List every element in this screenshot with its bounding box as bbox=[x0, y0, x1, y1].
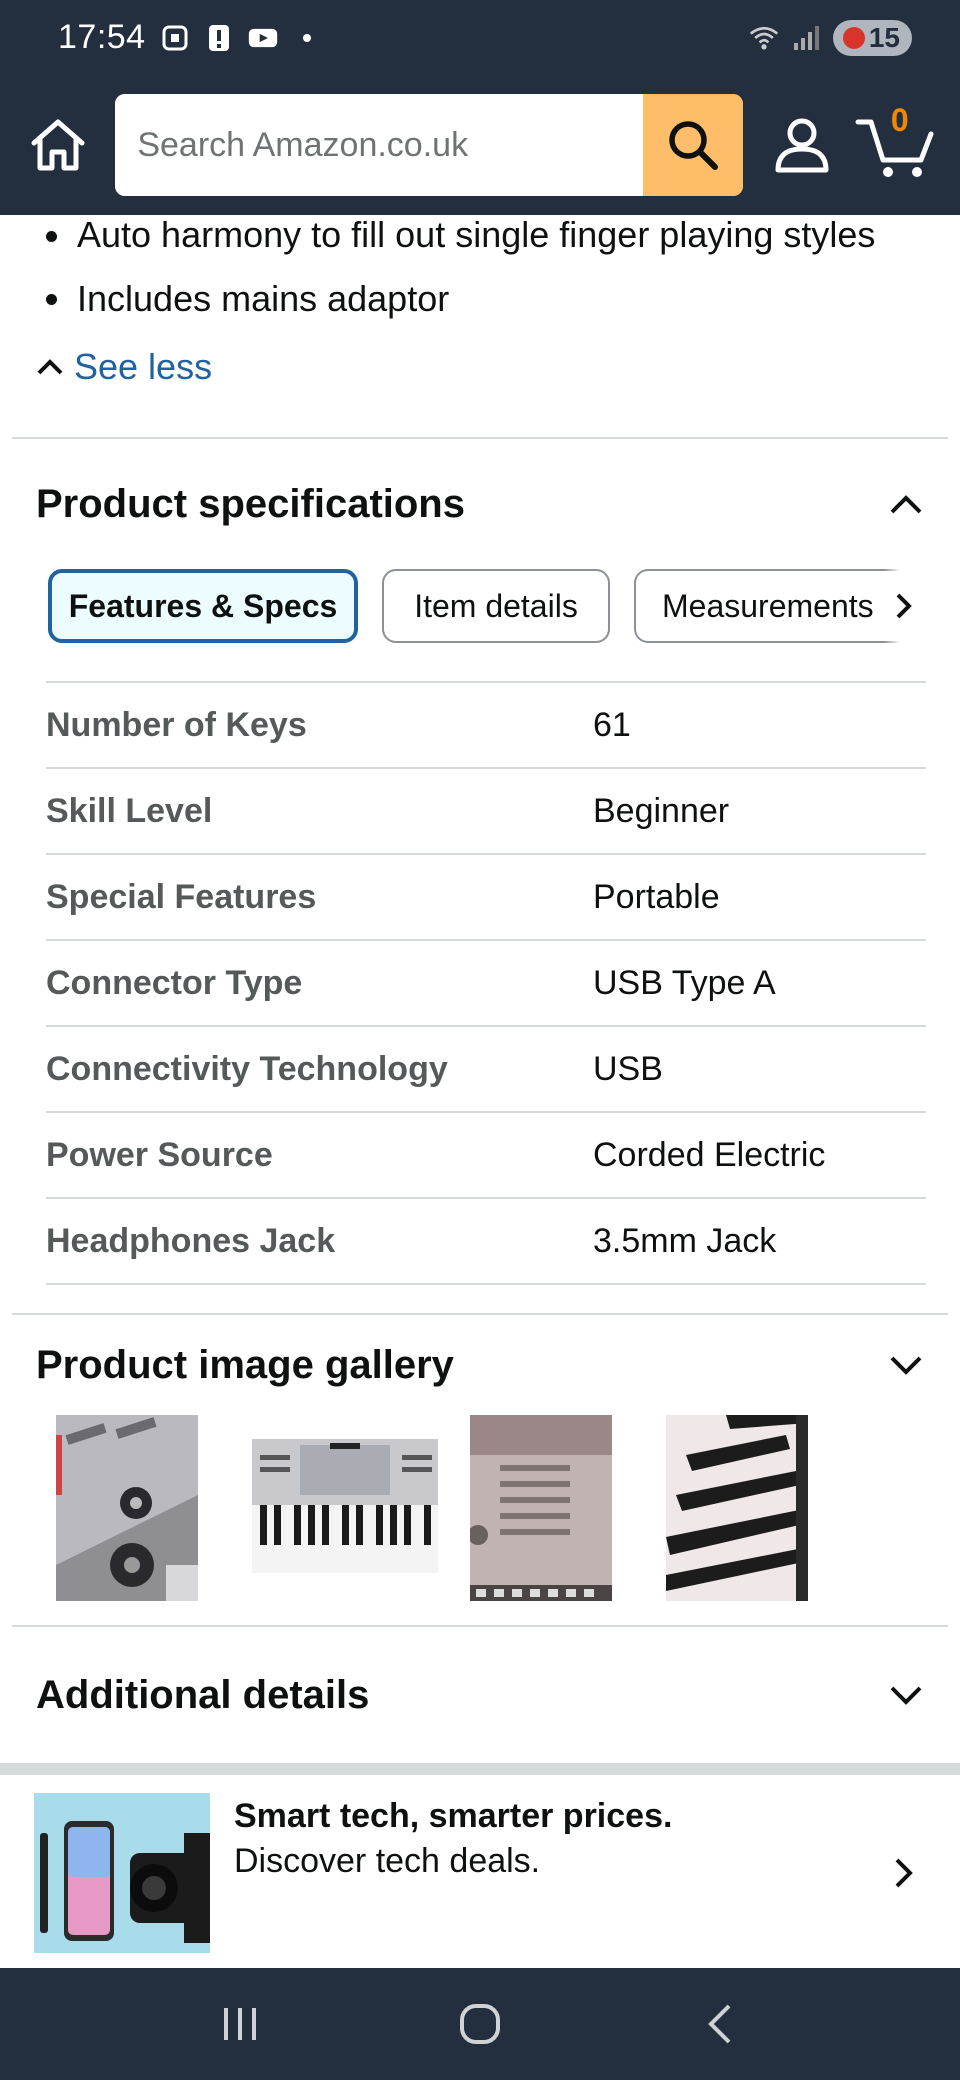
spec-label: Skill Level bbox=[46, 791, 213, 830]
image-gallery bbox=[0, 1415, 960, 1601]
status-time: 17:54 bbox=[58, 18, 146, 56]
spec-value: USB Type A bbox=[593, 963, 776, 1002]
search-icon bbox=[669, 121, 719, 170]
see-less-link[interactable]: See less bbox=[0, 339, 960, 395]
promo-image bbox=[34, 1793, 210, 1953]
feature-bullets: Auto harmony to fill out single finger p… bbox=[0, 215, 960, 327]
cart-count: 0 bbox=[890, 102, 909, 138]
tab-item-details[interactable]: Item details bbox=[382, 569, 610, 643]
spec-label: Connector Type bbox=[46, 963, 303, 1002]
home-circle-icon bbox=[460, 2004, 500, 2044]
home-icon bbox=[31, 119, 85, 171]
see-less-label: See less bbox=[74, 346, 213, 387]
promo-banner[interactable]: Smart tech, smarter prices. Discover tec… bbox=[0, 1775, 960, 1965]
specs-header[interactable]: Product specifications bbox=[0, 439, 960, 569]
youtube-icon bbox=[248, 23, 278, 53]
spec-value: 61 bbox=[593, 705, 631, 744]
signal-icon bbox=[791, 23, 821, 53]
wifi-icon bbox=[749, 23, 779, 53]
promo-text: Smart tech, smarter prices. Discover tec… bbox=[234, 1793, 884, 1883]
spec-row: Power Source Corded Electric bbox=[46, 1113, 926, 1199]
battery-indicator: 15 bbox=[832, 19, 912, 56]
battery-saver-icon bbox=[842, 26, 865, 49]
feature-bullet: Includes mains adaptor bbox=[46, 271, 924, 327]
search-input[interactable] bbox=[115, 94, 644, 196]
account-button[interactable] bbox=[767, 105, 836, 185]
search-bar bbox=[115, 94, 744, 196]
spec-value: 3.5mm Jack bbox=[593, 1221, 777, 1260]
system-nav-bar bbox=[0, 1968, 960, 2080]
gallery-thumbnail[interactable] bbox=[252, 1415, 438, 1601]
back-button[interactable] bbox=[680, 1984, 760, 2064]
spec-row: Number of Keys 61 bbox=[46, 683, 926, 769]
chevron-up-icon bbox=[890, 495, 922, 514]
spec-label: Number of Keys bbox=[46, 705, 307, 744]
app-header: 0 bbox=[0, 75, 960, 215]
spec-value: USB bbox=[593, 1049, 663, 1088]
specs-title: Product specifications bbox=[36, 481, 465, 526]
status-left: 17:54 bbox=[58, 18, 322, 57]
feature-bullet: Auto harmony to fill out single finger p… bbox=[46, 215, 924, 255]
account-icon bbox=[775, 118, 829, 173]
spec-label: Power Source bbox=[46, 1135, 273, 1174]
spec-value: Portable bbox=[593, 877, 720, 916]
gallery-thumbnail[interactable] bbox=[56, 1415, 198, 1601]
spec-row: Special Features Portable bbox=[46, 855, 926, 941]
spec-label: Headphones Jack bbox=[46, 1221, 336, 1260]
spec-value: Beginner bbox=[593, 791, 730, 830]
gallery-thumbnail[interactable] bbox=[470, 1415, 612, 1601]
spec-row: Headphones Jack 3.5mm Jack bbox=[46, 1199, 926, 1285]
gallery-thumbnail[interactable] bbox=[666, 1415, 808, 1601]
section-separator bbox=[0, 1763, 960, 1775]
product-content: Auto harmony to fill out single finger p… bbox=[0, 215, 960, 1965]
recent-apps-button[interactable] bbox=[200, 1984, 280, 2064]
bullet-dot bbox=[46, 293, 57, 305]
chevron-down-icon bbox=[890, 1686, 922, 1705]
chevron-down-icon bbox=[890, 1356, 922, 1375]
promo-title: Smart tech, smarter prices. bbox=[234, 1797, 673, 1835]
tabs-scroll-right[interactable] bbox=[884, 569, 924, 643]
chevron-right-icon bbox=[895, 1858, 913, 1888]
battery-level: 15 bbox=[868, 21, 900, 53]
spec-row: Connector Type USB Type A bbox=[46, 941, 926, 1027]
recent-apps-icon bbox=[224, 2008, 256, 2040]
chevron-up-icon bbox=[37, 359, 63, 375]
spec-label: Connectivity Technology bbox=[46, 1049, 448, 1088]
back-icon bbox=[708, 2004, 731, 2044]
gallery-header[interactable]: Product image gallery bbox=[0, 1315, 960, 1415]
spec-row: Skill Level Beginner bbox=[46, 769, 926, 855]
gallery-title: Product image gallery bbox=[36, 1342, 454, 1387]
additional-details-title: Additional details bbox=[36, 1672, 370, 1717]
promo-subtitle: Discover tech deals. bbox=[234, 1842, 541, 1880]
home-button[interactable] bbox=[22, 109, 93, 181]
alert-icon bbox=[204, 23, 234, 53]
spec-tabs: Features & Specs Item details Measuremen… bbox=[0, 569, 960, 643]
feature-text: Auto harmony to fill out single finger p… bbox=[77, 214, 876, 255]
spec-value: Corded Electric bbox=[593, 1135, 826, 1174]
dot-icon bbox=[292, 23, 322, 53]
chevron-right-icon bbox=[896, 593, 912, 619]
tab-measurements[interactable]: Measurements bbox=[634, 569, 908, 643]
additional-details-header[interactable]: Additional details bbox=[0, 1627, 960, 1763]
screenshot-icon bbox=[160, 23, 190, 53]
tab-features-specs[interactable]: Features & Specs bbox=[48, 569, 358, 643]
search-button[interactable] bbox=[643, 94, 744, 196]
bullet-dot bbox=[46, 231, 57, 242]
spec-table: Number of Keys 61 Skill Level Beginner S… bbox=[46, 681, 926, 1285]
cart-button[interactable]: 0 bbox=[851, 100, 940, 190]
status-right: 15 bbox=[749, 19, 912, 56]
feature-text: Includes mains adaptor bbox=[77, 278, 450, 319]
spec-label: Special Features bbox=[46, 877, 317, 916]
spec-row: Connectivity Technology USB bbox=[46, 1027, 926, 1113]
status-bar: 17:54 15 bbox=[0, 0, 960, 75]
home-nav-button[interactable] bbox=[440, 1984, 520, 2064]
promo-arrow[interactable] bbox=[884, 1793, 924, 1953]
